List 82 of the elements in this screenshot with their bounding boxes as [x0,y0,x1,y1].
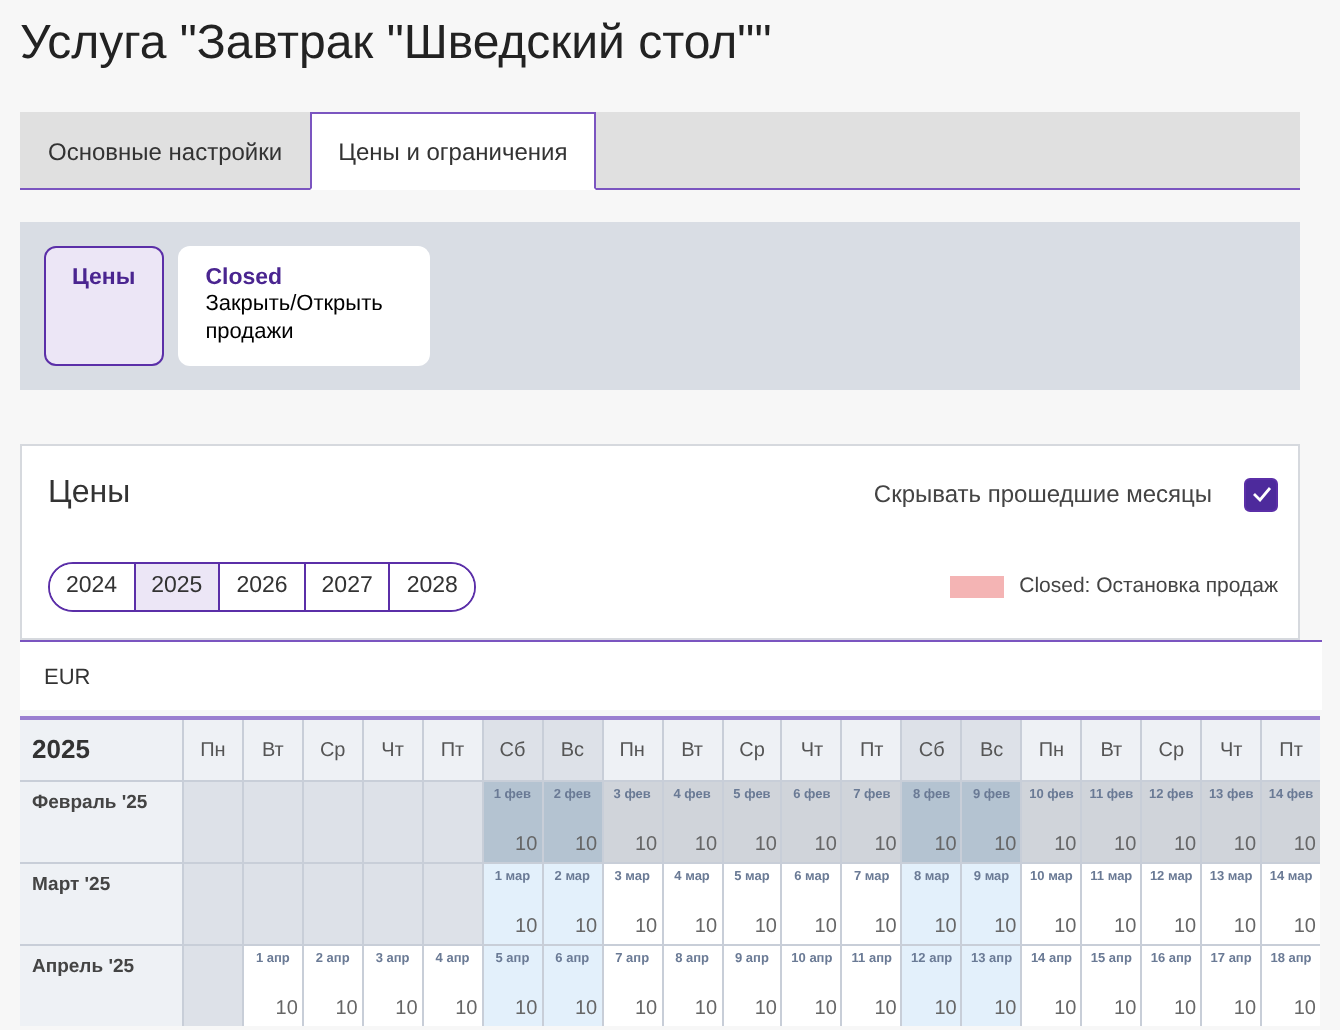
weekday-header: Ср [723,720,781,780]
price-text: 10 [932,996,957,1024]
check-icon [1251,486,1271,502]
price-text: 10 [632,914,658,942]
month-label: Февраль '25 [20,782,182,862]
weekday-header: Вт [663,720,722,780]
checkbox[interactable] [1244,477,1278,511]
mode-button[interactable]: Closed Закрыть/Открыть продажи [177,246,430,366]
price-text: 10 [932,914,957,942]
price-text: 10 [1112,914,1137,942]
price-text: 10 [992,996,1017,1024]
price-text: 10 [1291,832,1316,860]
price-text: 10 [992,832,1017,860]
price-text: 10 [573,832,598,860]
price-text: 10 [333,996,358,1024]
month-label: Март '25 [20,864,182,944]
weekday-header: Пн [603,720,662,780]
price-text: 10 [752,996,777,1024]
legend-label: Closed: Остановка продаж [1019,571,1278,602]
price-text: 10 [872,996,897,1024]
price-text: 10 [1112,832,1137,860]
price-text: 10 [1231,914,1257,942]
price-text: 10 [1291,914,1316,942]
card-heading: Цены [48,474,131,514]
price-text: 10 [1291,996,1316,1024]
price-text: 10 [812,832,837,860]
price-text: 10 [1231,832,1257,860]
price-text: 10 [1052,996,1077,1024]
price-text: 10 [1171,996,1197,1024]
month-label: Апрель '25 [20,946,182,1026]
weekday-header: Вс [543,720,602,780]
currency-label: EUR [44,666,91,690]
price-text: 10 [812,914,837,942]
price-text: 10 [632,832,658,860]
price-text: 10 [752,914,777,942]
tab[interactable]: Основные настройки [20,112,311,190]
price-text: 10 [1171,914,1197,942]
weekday-header: Чт [363,720,422,780]
checkbox-label: Скрывать прошедшие месяцы [873,478,1212,512]
price-text: 10 [513,832,538,860]
price-text: 10 [513,996,538,1024]
weekday-header: Сб [483,720,542,780]
price-text: 10 [692,996,718,1024]
weekday-header: Пт [423,720,482,780]
weekday-header: Вт [243,720,302,780]
price-text: 10 [932,832,957,860]
price-text: 10 [573,996,598,1024]
tab[interactable]: Цены и ограничения [310,112,596,190]
page-title: Услуга "Завтрак "Шведский стол"" [20,14,774,74]
weekday-header: Пт [842,720,901,780]
weekday-header: Чт [1202,720,1261,780]
price-text: 10 [692,832,718,860]
price-text: 10 [872,832,897,860]
price-text: 10 [1231,996,1257,1024]
price-text: 10 [1052,832,1077,860]
price-text: 10 [513,914,538,942]
weekday-header: Чт [782,720,841,780]
weekday-header: Вт [1082,720,1141,780]
price-text: 10 [1052,914,1077,942]
weekday-header: Ср [1142,720,1201,780]
price-text: 10 [692,914,718,942]
weekday-header: Вс [962,720,1021,780]
weekday-header: Ср [303,720,362,780]
weekday-header: Пн [184,720,242,780]
weekday-header: Пт [1262,720,1320,780]
price-text: 10 [632,996,658,1024]
price-text: 10 [872,914,897,942]
price-text: 10 [992,914,1017,942]
year-button[interactable]: 2025 [133,564,219,611]
year-header: 2025 [20,720,182,780]
price-text: 10 [812,996,837,1024]
price-text: 10 [393,996,418,1024]
weekday-header: Сб [902,720,961,780]
price-text: 10 [1112,996,1137,1024]
year-button[interactable]: 2028 [388,564,474,611]
price-text: 10 [1171,832,1197,860]
price-text: 10 [273,996,298,1024]
price-text: 10 [453,996,478,1024]
mode-button[interactable]: Цены [44,246,164,366]
price-text: 10 [752,832,777,860]
price-text: 10 [573,914,598,942]
weekday-header: Пн [1022,720,1081,780]
